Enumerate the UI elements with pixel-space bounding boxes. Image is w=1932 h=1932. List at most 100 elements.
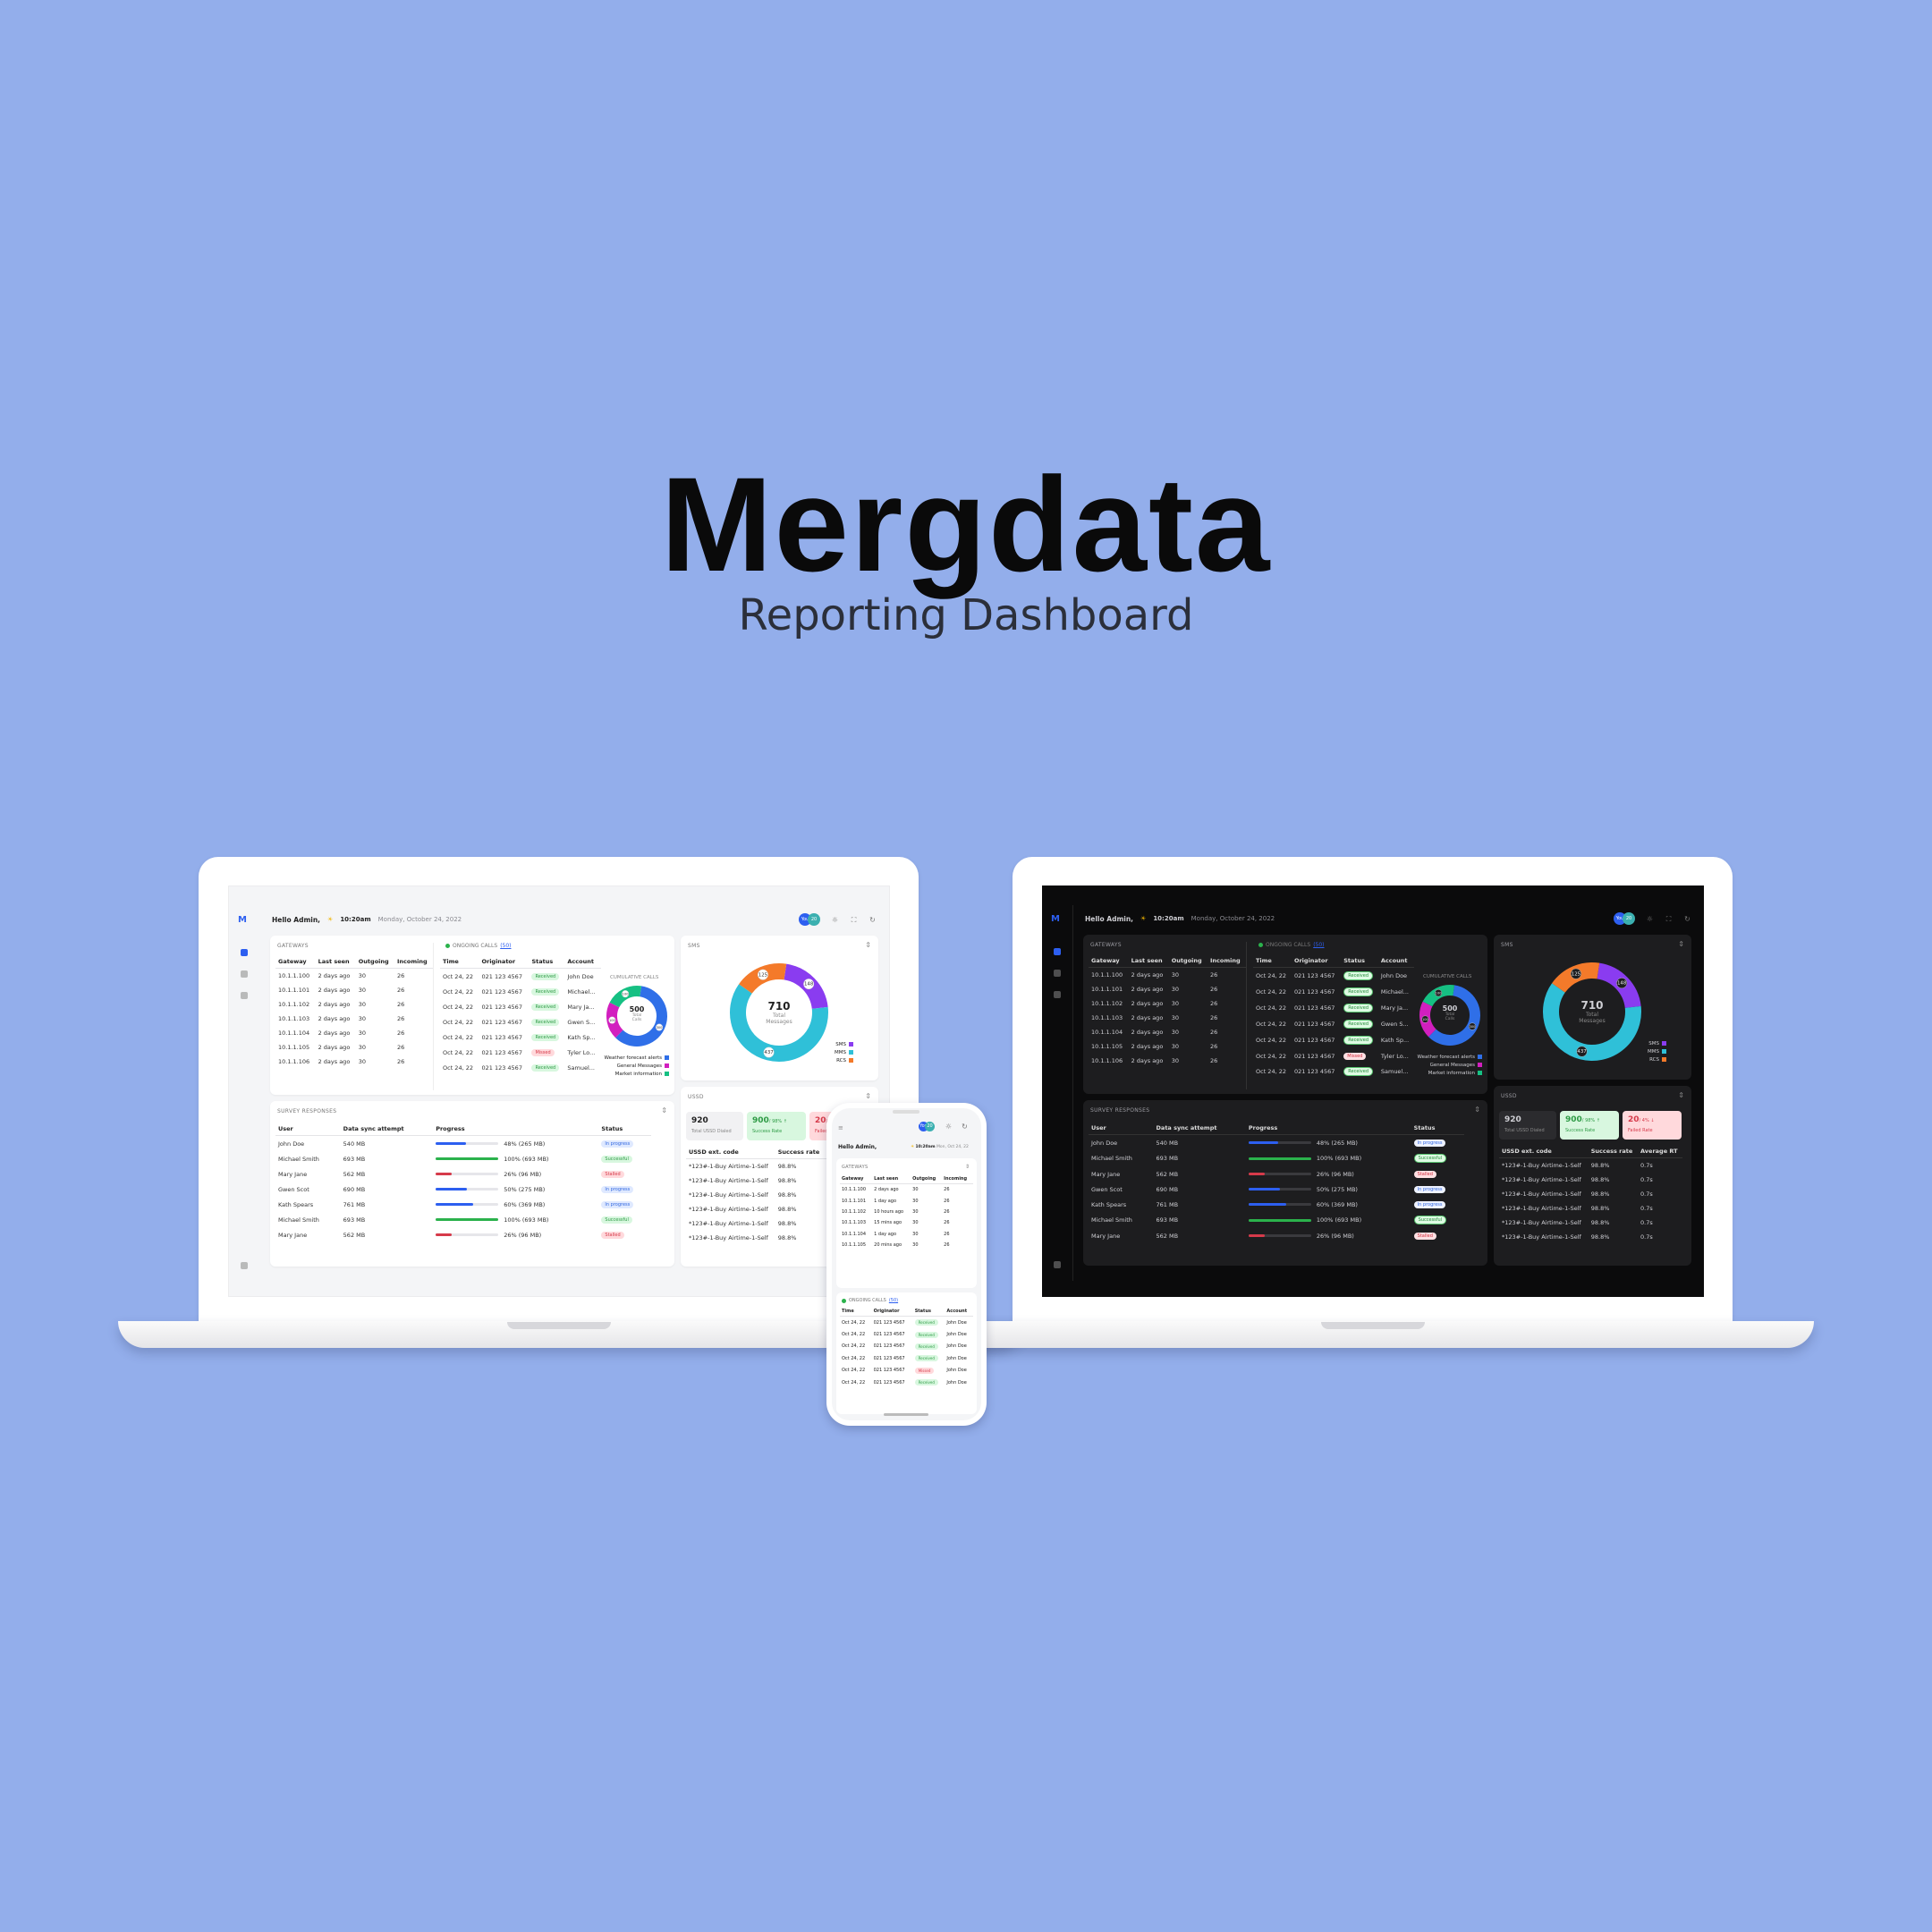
- legend-item[interactable]: SMS: [1648, 1040, 1666, 1048]
- ongoing-calls-count[interactable]: (50): [1313, 942, 1324, 948]
- column-header[interactable]: Last seen: [315, 955, 356, 969]
- table-row[interactable]: Mary Jane 562 MB 26% (96 MB) Stalled: [275, 1166, 651, 1182]
- column-header[interactable]: Status: [529, 955, 565, 969]
- column-header[interactable]: Outgoing: [1168, 954, 1208, 968]
- table-row[interactable]: John Doe 540 MB 48% (265 MB) In progress: [1089, 1135, 1464, 1151]
- table-row[interactable]: 10.1.1.100 2 days ago 30 26: [275, 969, 433, 984]
- table-row[interactable]: 10.1.1.105 2 days ago 30 26: [275, 1040, 433, 1055]
- avatar-count[interactable]: 20: [808, 913, 820, 926]
- column-header[interactable]: Time: [440, 955, 479, 969]
- table-row[interactable]: 10.1.1.100 2 days ago 30 26: [1089, 968, 1246, 983]
- table-row[interactable]: Oct 24, 22 021 123 4567 Received Samuel...: [1253, 1063, 1414, 1080]
- column-header[interactable]: Account: [945, 1307, 973, 1317]
- sort-icon[interactable]: ⇕: [865, 941, 871, 949]
- legend-item[interactable]: RCS: [1648, 1056, 1666, 1064]
- ussd-total-stat[interactable]: 920 Total USSD Dialed: [686, 1112, 743, 1140]
- column-header[interactable]: Data sync attempt: [1153, 1122, 1246, 1135]
- table-row[interactable]: 10.1.1.105 2 days ago 30 26: [1089, 1039, 1246, 1054]
- table-row[interactable]: 10.1.1.101 2 days ago 30 26: [275, 983, 433, 997]
- table-row[interactable]: Oct 24, 22 021 123 4567 Received Mary Ja...: [440, 999, 601, 1014]
- table-row[interactable]: Oct 24, 22 021 123 4567 Received Michael...: [1253, 984, 1414, 1000]
- sort-icon[interactable]: ⇕: [661, 1106, 667, 1114]
- table-row[interactable]: 10.1.1.104 1 day ago 30 26: [840, 1229, 973, 1240]
- users-icon[interactable]: [241, 970, 248, 978]
- legend-item[interactable]: MMS: [1648, 1048, 1666, 1056]
- legend-item[interactable]: General Messages: [605, 1063, 669, 1071]
- table-row[interactable]: 10.1.1.100 2 days ago 30 26: [840, 1184, 973, 1196]
- column-header[interactable]: Originator: [1291, 954, 1342, 968]
- table-row[interactable]: Gwen Scot 690 MB 50% (275 MB) In progress: [1089, 1182, 1464, 1197]
- table-row[interactable]: Gwen Scot 690 MB 50% (275 MB) In progress: [275, 1182, 651, 1197]
- table-row[interactable]: 10.1.1.103 2 days ago 30 26: [1089, 1011, 1246, 1025]
- table-row[interactable]: Michael Smith 693 MB 100% (693 MB) Successf…: [1089, 1212, 1464, 1228]
- legend-item[interactable]: Market information: [605, 1071, 669, 1079]
- table-row[interactable]: *123#-1-Buy Airtime-1-Self 98.8% 0.7s: [1499, 1158, 1682, 1174]
- table-row[interactable]: John Doe 540 MB 48% (265 MB) In progress: [275, 1136, 651, 1152]
- table-row[interactable]: 10.1.1.106 2 days ago 30 26: [275, 1055, 433, 1069]
- table-row[interactable]: 10.1.1.101 1 day ago 30 26: [840, 1195, 973, 1206]
- column-header[interactable]: Gateway: [840, 1174, 873, 1184]
- fullscreen-icon[interactable]: ⛶: [850, 916, 858, 924]
- column-header[interactable]: USSD ext. code: [1499, 1145, 1589, 1158]
- logout-icon[interactable]: [241, 1262, 248, 1269]
- legend-item[interactable]: RCS: [835, 1057, 853, 1065]
- sort-icon[interactable]: ⇕: [865, 1092, 871, 1100]
- column-header[interactable]: Status: [1341, 954, 1378, 968]
- column-header[interactable]: Account: [1377, 954, 1414, 968]
- table-row[interactable]: Kath Spears 761 MB 60% (369 MB) In progress: [1089, 1197, 1464, 1212]
- table-row[interactable]: 10.1.1.104 2 days ago 30 26: [275, 1026, 433, 1040]
- table-row[interactable]: *123#-1-Buy Airtime-1-Self 98.8% 0.7s: [1499, 1216, 1682, 1230]
- column-header[interactable]: Status: [598, 1123, 651, 1136]
- column-header[interactable]: Last seen: [1128, 954, 1169, 968]
- legend-item[interactable]: MMS: [835, 1049, 853, 1057]
- table-row[interactable]: 10.1.1.103 2 days ago 30 26: [275, 1012, 433, 1026]
- table-row[interactable]: Mary Jane 562 MB 26% (96 MB) Stalled: [1089, 1228, 1464, 1243]
- sort-icon[interactable]: ⇕: [1678, 940, 1684, 948]
- users-icon[interactable]: [1054, 970, 1061, 977]
- table-row[interactable]: Oct 24, 22 021 123 4567 Missed Tyler Lo...: [1253, 1048, 1414, 1063]
- column-header[interactable]: Average RT: [1638, 1145, 1682, 1158]
- column-header[interactable]: Gateway: [1089, 954, 1129, 968]
- legend-item[interactable]: General Messages: [1418, 1062, 1482, 1070]
- table-row[interactable]: 10.1.1.102 2 days ago 30 26: [1089, 996, 1246, 1011]
- column-header[interactable]: Status: [1411, 1122, 1464, 1135]
- table-row[interactable]: Mary Jane 562 MB 26% (96 MB) Stalled: [1089, 1166, 1464, 1182]
- table-row[interactable]: Oct 24, 22 021 123 4567 Received Kath Sp...: [440, 1030, 601, 1045]
- column-header[interactable]: Incoming: [1208, 954, 1246, 968]
- column-header[interactable]: Data sync attempt: [340, 1123, 434, 1136]
- table-row[interactable]: 10.1.1.102 2 days ago 30 26: [275, 997, 433, 1012]
- table-row[interactable]: Mary Jane 562 MB 26% (96 MB) Stalled: [275, 1227, 651, 1242]
- table-row[interactable]: *123#-1-Buy Airtime-1-Self 98.8% 0.7s: [1499, 1230, 1682, 1244]
- table-row[interactable]: Oct 24, 22 021 123 4567 Received John Doe: [840, 1317, 973, 1329]
- column-header[interactable]: Incoming: [394, 955, 433, 969]
- column-header[interactable]: Progress: [1245, 1122, 1411, 1135]
- avatar-count[interactable]: 20: [1623, 912, 1635, 925]
- refresh-icon[interactable]: ↻: [1683, 915, 1691, 923]
- column-header[interactable]: Originator: [871, 1307, 913, 1317]
- theme-toggle-icon[interactable]: ☼: [945, 1123, 953, 1131]
- refresh-icon[interactable]: ↻: [869, 916, 877, 924]
- sort-icon[interactable]: ⇕: [1678, 1091, 1684, 1099]
- table-row[interactable]: *123#-1-Buy Airtime-1-Self 98.8% 0.7s: [1499, 1201, 1682, 1216]
- column-header[interactable]: Time: [840, 1307, 872, 1317]
- table-row[interactable]: 10.1.1.102 10 hours ago 30 26: [840, 1207, 973, 1217]
- column-header[interactable]: Account: [564, 955, 601, 969]
- ussd-success-stat[interactable]: 900/ 98% ↑ Success Rate: [1560, 1111, 1619, 1140]
- refresh-icon[interactable]: ↻: [961, 1123, 969, 1131]
- ussd-success-stat[interactable]: 900/ 98% ↑ Success Rate: [747, 1112, 806, 1140]
- avatar-count[interactable]: 20: [925, 1122, 935, 1131]
- column-header[interactable]: Progress: [433, 1123, 599, 1136]
- column-header[interactable]: USSD ext. code: [686, 1146, 775, 1159]
- table-row[interactable]: 10.1.1.103 15 mins ago 30 26: [840, 1217, 973, 1228]
- sort-icon[interactable]: ⇕: [965, 1164, 970, 1170]
- table-row[interactable]: Oct 24, 22 021 123 4567 Received John Doe: [440, 969, 601, 985]
- dashboard-icon[interactable]: [1054, 948, 1061, 955]
- theme-toggle-icon[interactable]: ☼: [831, 916, 839, 924]
- ussd-failed-stat[interactable]: 20/ 4% ↓ Failed Rate: [1623, 1111, 1682, 1140]
- table-row[interactable]: Michael Smith 693 MB 100% (693 MB) Successf…: [1089, 1150, 1464, 1166]
- fullscreen-icon[interactable]: ⛶: [1665, 915, 1673, 923]
- table-row[interactable]: Oct 24, 22 021 123 4567 Received John Doe: [840, 1352, 973, 1364]
- table-row[interactable]: Oct 24, 22 021 123 4567 Received Gwen S...: [440, 1014, 601, 1030]
- table-row[interactable]: Oct 24, 22 021 123 4567 Received Kath Sp...: [1253, 1032, 1414, 1048]
- table-row[interactable]: 10.1.1.106 2 days ago 30 26: [1089, 1054, 1246, 1068]
